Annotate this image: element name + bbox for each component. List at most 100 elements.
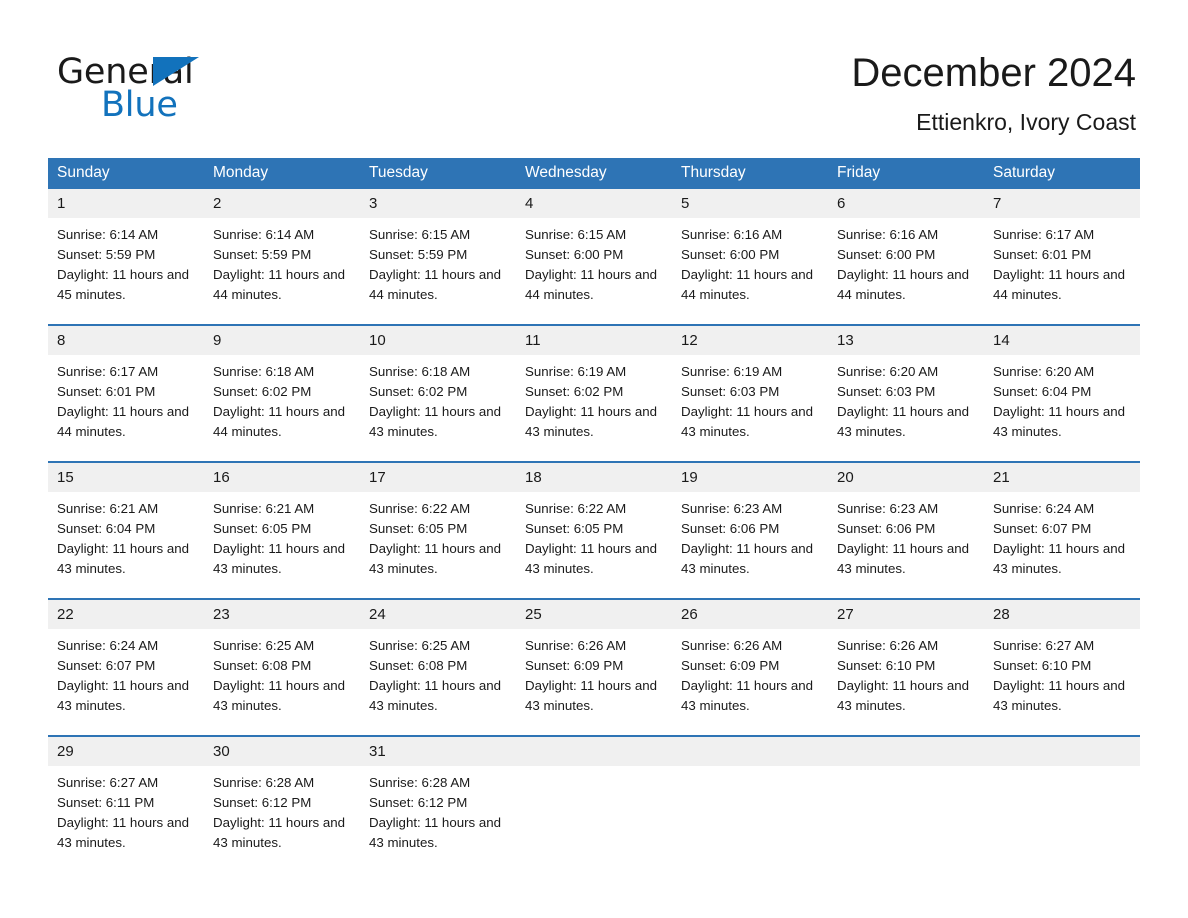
weekday-header-tuesday: Tuesday bbox=[360, 158, 516, 189]
day-details: Sunrise: 6:28 AM Sunset: 6:12 PM Dayligh… bbox=[369, 775, 502, 850]
day-number: 7 bbox=[984, 189, 1140, 218]
day-number bbox=[984, 737, 1140, 766]
day-details: Sunrise: 6:26 AM Sunset: 6:10 PM Dayligh… bbox=[837, 638, 970, 713]
day-cell[interactable]: 3 Sunrise: 6:15 AM Sunset: 5:59 PM Daylig… bbox=[360, 189, 516, 325]
day-details: Sunrise: 6:21 AM Sunset: 6:05 PM Dayligh… bbox=[213, 501, 346, 576]
day-cell[interactable]: 11 Sunrise: 6:19 AM Sunset: 6:02 PM Dayli… bbox=[516, 325, 672, 462]
day-number bbox=[828, 737, 984, 766]
day-details: Sunrise: 6:22 AM Sunset: 6:05 PM Dayligh… bbox=[369, 501, 502, 576]
day-details: Sunrise: 6:14 AM Sunset: 5:59 PM Dayligh… bbox=[57, 227, 190, 302]
weekday-header-wednesday: Wednesday bbox=[516, 158, 672, 189]
day-cell[interactable]: 26 Sunrise: 6:26 AM Sunset: 6:09 PM Dayli… bbox=[672, 599, 828, 736]
day-cell[interactable]: 16 Sunrise: 6:21 AM Sunset: 6:05 PM Dayli… bbox=[204, 462, 360, 599]
day-details: Sunrise: 6:27 AM Sunset: 6:10 PM Dayligh… bbox=[993, 638, 1126, 713]
day-number: 15 bbox=[48, 463, 204, 492]
day-number: 18 bbox=[516, 463, 672, 492]
day-number: 1 bbox=[48, 189, 204, 218]
day-number: 25 bbox=[516, 600, 672, 629]
day-details: Sunrise: 6:21 AM Sunset: 6:04 PM Dayligh… bbox=[57, 501, 190, 576]
day-cell[interactable]: 15 Sunrise: 6:21 AM Sunset: 6:04 PM Dayli… bbox=[48, 462, 204, 599]
day-details: Sunrise: 6:25 AM Sunset: 6:08 PM Dayligh… bbox=[213, 638, 346, 713]
day-details: Sunrise: 6:18 AM Sunset: 6:02 PM Dayligh… bbox=[369, 364, 502, 439]
day-details: Sunrise: 6:14 AM Sunset: 5:59 PM Dayligh… bbox=[213, 227, 346, 302]
day-cell-empty bbox=[672, 736, 828, 872]
logo-text-blue: Blue bbox=[101, 85, 178, 125]
day-cell[interactable]: 8 Sunrise: 6:17 AM Sunset: 6:01 PM Daylig… bbox=[48, 325, 204, 462]
day-cell[interactable]: 1 Sunrise: 6:14 AM Sunset: 5:59 PM Daylig… bbox=[48, 189, 204, 325]
day-number: 28 bbox=[984, 600, 1140, 629]
day-cell[interactable]: 10 Sunrise: 6:18 AM Sunset: 6:02 PM Dayli… bbox=[360, 325, 516, 462]
calendar-week-row: 22 Sunrise: 6:24 AM Sunset: 6:07 PM Dayli… bbox=[48, 599, 1140, 736]
generalblue-logo[interactable]: General Blue bbox=[57, 52, 317, 130]
day-details: Sunrise: 6:26 AM Sunset: 6:09 PM Dayligh… bbox=[681, 638, 814, 713]
day-details: Sunrise: 6:24 AM Sunset: 6:07 PM Dayligh… bbox=[993, 501, 1126, 576]
calendar-page: General Blue December 2024 Ettienkro, Iv… bbox=[0, 0, 1188, 918]
day-cell[interactable]: 6 Sunrise: 6:16 AM Sunset: 6:00 PM Daylig… bbox=[828, 189, 984, 325]
day-cell[interactable]: 31 Sunrise: 6:28 AM Sunset: 6:12 PM Dayli… bbox=[360, 736, 516, 872]
day-details: Sunrise: 6:16 AM Sunset: 6:00 PM Dayligh… bbox=[681, 227, 814, 302]
calendar-week-row: 15 Sunrise: 6:21 AM Sunset: 6:04 PM Dayli… bbox=[48, 462, 1140, 599]
day-details bbox=[828, 766, 984, 773]
day-number: 24 bbox=[360, 600, 516, 629]
day-details: Sunrise: 6:16 AM Sunset: 6:00 PM Dayligh… bbox=[837, 227, 970, 302]
day-details: Sunrise: 6:20 AM Sunset: 6:03 PM Dayligh… bbox=[837, 364, 970, 439]
day-number bbox=[516, 737, 672, 766]
day-number: 4 bbox=[516, 189, 672, 218]
triangle-icon bbox=[153, 57, 199, 86]
day-details: Sunrise: 6:28 AM Sunset: 6:12 PM Dayligh… bbox=[213, 775, 346, 850]
day-number: 22 bbox=[48, 600, 204, 629]
day-cell[interactable]: 25 Sunrise: 6:26 AM Sunset: 6:09 PM Dayli… bbox=[516, 599, 672, 736]
day-details bbox=[516, 766, 672, 773]
day-number: 27 bbox=[828, 600, 984, 629]
calendar-table: Sunday Monday Tuesday Wednesday Thursday… bbox=[48, 158, 1140, 872]
day-number: 30 bbox=[204, 737, 360, 766]
day-cell[interactable]: 20 Sunrise: 6:23 AM Sunset: 6:06 PM Dayli… bbox=[828, 462, 984, 599]
day-cell[interactable]: 9 Sunrise: 6:18 AM Sunset: 6:02 PM Daylig… bbox=[204, 325, 360, 462]
day-cell-empty bbox=[828, 736, 984, 872]
day-cell[interactable]: 5 Sunrise: 6:16 AM Sunset: 6:00 PM Daylig… bbox=[672, 189, 828, 325]
day-cell[interactable]: 28 Sunrise: 6:27 AM Sunset: 6:10 PM Dayli… bbox=[984, 599, 1140, 736]
day-number: 16 bbox=[204, 463, 360, 492]
page-masthead: General Blue December 2024 Ettienkro, Iv… bbox=[0, 0, 1188, 150]
day-cell[interactable]: 27 Sunrise: 6:26 AM Sunset: 6:10 PM Dayli… bbox=[828, 599, 984, 736]
day-cell[interactable]: 30 Sunrise: 6:28 AM Sunset: 6:12 PM Dayli… bbox=[204, 736, 360, 872]
day-details: Sunrise: 6:24 AM Sunset: 6:07 PM Dayligh… bbox=[57, 638, 190, 713]
day-cell[interactable]: 4 Sunrise: 6:15 AM Sunset: 6:00 PM Daylig… bbox=[516, 189, 672, 325]
day-cell[interactable]: 23 Sunrise: 6:25 AM Sunset: 6:08 PM Dayli… bbox=[204, 599, 360, 736]
day-cell[interactable]: 7 Sunrise: 6:17 AM Sunset: 6:01 PM Daylig… bbox=[984, 189, 1140, 325]
day-cell[interactable]: 14 Sunrise: 6:20 AM Sunset: 6:04 PM Dayli… bbox=[984, 325, 1140, 462]
day-details: Sunrise: 6:23 AM Sunset: 6:06 PM Dayligh… bbox=[837, 501, 970, 576]
day-cell[interactable]: 17 Sunrise: 6:22 AM Sunset: 6:05 PM Dayli… bbox=[360, 462, 516, 599]
day-number: 13 bbox=[828, 326, 984, 355]
day-cell[interactable]: 19 Sunrise: 6:23 AM Sunset: 6:06 PM Dayli… bbox=[672, 462, 828, 599]
day-number: 29 bbox=[48, 737, 204, 766]
day-details bbox=[984, 766, 1140, 773]
day-number: 9 bbox=[204, 326, 360, 355]
day-number: 2 bbox=[204, 189, 360, 218]
day-cell[interactable]: 12 Sunrise: 6:19 AM Sunset: 6:03 PM Dayli… bbox=[672, 325, 828, 462]
day-number: 19 bbox=[672, 463, 828, 492]
day-cell[interactable]: 29 Sunrise: 6:27 AM Sunset: 6:11 PM Dayli… bbox=[48, 736, 204, 872]
day-details: Sunrise: 6:27 AM Sunset: 6:11 PM Dayligh… bbox=[57, 775, 190, 850]
day-cell[interactable]: 22 Sunrise: 6:24 AM Sunset: 6:07 PM Dayli… bbox=[48, 599, 204, 736]
weekday-header-monday: Monday bbox=[204, 158, 360, 189]
day-details: Sunrise: 6:18 AM Sunset: 6:02 PM Dayligh… bbox=[213, 364, 346, 439]
weekday-header-friday: Friday bbox=[828, 158, 984, 189]
day-cell[interactable]: 18 Sunrise: 6:22 AM Sunset: 6:05 PM Dayli… bbox=[516, 462, 672, 599]
weekday-header-sunday: Sunday bbox=[48, 158, 204, 189]
day-cell-empty bbox=[516, 736, 672, 872]
day-cell-empty bbox=[984, 736, 1140, 872]
day-cell[interactable]: 2 Sunrise: 6:14 AM Sunset: 5:59 PM Daylig… bbox=[204, 189, 360, 325]
day-details: Sunrise: 6:25 AM Sunset: 6:08 PM Dayligh… bbox=[369, 638, 502, 713]
day-number: 6 bbox=[828, 189, 984, 218]
day-cell[interactable]: 13 Sunrise: 6:20 AM Sunset: 6:03 PM Dayli… bbox=[828, 325, 984, 462]
weekday-header-saturday: Saturday bbox=[984, 158, 1140, 189]
day-cell[interactable]: 24 Sunrise: 6:25 AM Sunset: 6:08 PM Dayli… bbox=[360, 599, 516, 736]
day-details: Sunrise: 6:19 AM Sunset: 6:03 PM Dayligh… bbox=[681, 364, 814, 439]
day-cell[interactable]: 21 Sunrise: 6:24 AM Sunset: 6:07 PM Dayli… bbox=[984, 462, 1140, 599]
day-number: 3 bbox=[360, 189, 516, 218]
day-number: 20 bbox=[828, 463, 984, 492]
day-number: 5 bbox=[672, 189, 828, 218]
day-details: Sunrise: 6:17 AM Sunset: 6:01 PM Dayligh… bbox=[57, 364, 190, 439]
day-number: 12 bbox=[672, 326, 828, 355]
